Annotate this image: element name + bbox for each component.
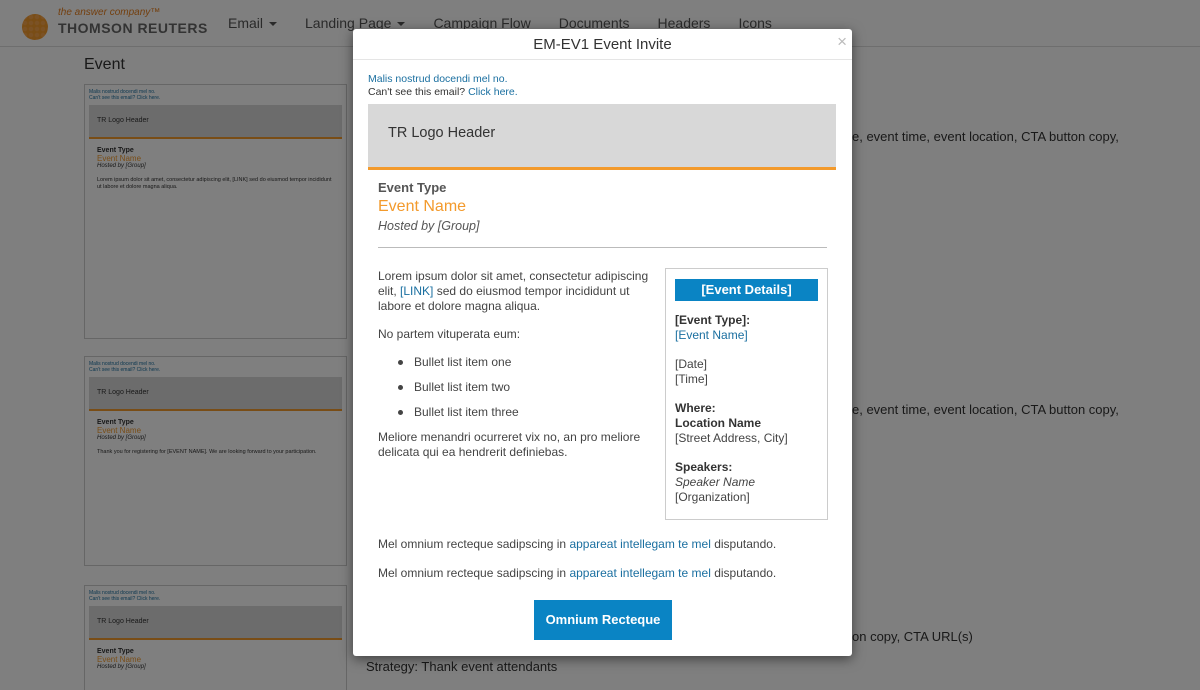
speaker-name: Speaker Name bbox=[675, 475, 756, 489]
logo-header-text: TR Logo Header bbox=[388, 125, 496, 141]
bullet-list: Bullet list item one Bullet list item tw… bbox=[398, 355, 653, 420]
event-time: [Time] bbox=[675, 372, 708, 386]
email-content: Lorem ipsum dolor sit amet, consectetur … bbox=[378, 248, 852, 523]
speakers-label: Speakers: bbox=[675, 460, 733, 474]
body-link[interactable]: [LINK] bbox=[400, 284, 433, 298]
cta-button[interactable]: Omnium Recteque bbox=[534, 600, 672, 640]
modal-title: EM-EV1 Event Invite bbox=[533, 36, 672, 53]
preheader-text: Malis nostrud docendi mel no. bbox=[368, 73, 508, 85]
email-preview-modal: EM-EV1 Event Invite × Malis nostrud doce… bbox=[353, 29, 852, 656]
modal-header: EM-EV1 Event Invite × bbox=[353, 29, 852, 60]
list-item: Bullet list item two bbox=[398, 380, 653, 395]
body-paragraph: Meliore menandri ocurreret vix no, an pr… bbox=[378, 430, 641, 459]
footnote-paragraph: Mel omnium recteque sadipscing in appare… bbox=[378, 566, 777, 580]
footnote-link[interactable]: appareat intellegam te mel bbox=[569, 566, 710, 580]
event-details-box: [Event Details] [Event Type]: [Event Nam… bbox=[665, 268, 828, 520]
event-date: [Date] bbox=[675, 357, 708, 371]
list-item: Bullet list item one bbox=[398, 355, 653, 370]
click-here-link[interactable]: Click here. bbox=[468, 86, 518, 98]
email-preview: Malis nostrud docendi mel no. Can't see … bbox=[353, 60, 852, 640]
hosted-by: Hosted by [Group] bbox=[378, 219, 480, 233]
view-online-line: Can't see this email? Click here. bbox=[368, 86, 852, 99]
street-address: [Street Address, City] bbox=[675, 431, 788, 445]
email-preheader: Malis nostrud docendi mel no. Can't see … bbox=[368, 73, 852, 99]
email-body: Lorem ipsum dolor sit amet, consectetur … bbox=[378, 269, 653, 473]
footnote-paragraph: Mel omnium recteque sadipscing in appare… bbox=[378, 537, 777, 551]
location-name: Location Name bbox=[675, 416, 762, 430]
event-heading: Event Type Event Name Hosted by [Group] bbox=[378, 180, 852, 233]
view-online-text: Can't see this email? bbox=[368, 86, 469, 98]
event-type-label: [Event Type]: bbox=[675, 313, 751, 327]
close-icon[interactable]: × bbox=[837, 32, 847, 52]
body-paragraph: No partem vituperata eum: bbox=[378, 327, 521, 341]
logo-header-block: TR Logo Header bbox=[368, 104, 836, 170]
event-name: Event Name bbox=[378, 198, 467, 215]
where-label: Where: bbox=[675, 401, 716, 415]
speaker-organization: [Organization] bbox=[675, 490, 750, 504]
event-type: Event Type bbox=[378, 180, 447, 195]
event-name-link[interactable]: [Event Name] bbox=[675, 328, 818, 343]
list-item: Bullet list item three bbox=[398, 405, 653, 420]
footnote-link[interactable]: appareat intellegam te mel bbox=[569, 537, 710, 551]
body-paragraph: Lorem ipsum dolor sit amet, consectetur … bbox=[378, 269, 649, 313]
event-details-title: [Event Details] bbox=[675, 279, 818, 301]
